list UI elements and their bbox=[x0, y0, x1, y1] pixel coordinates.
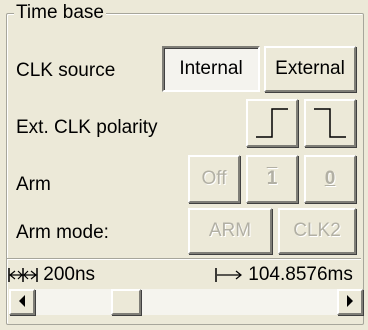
period-value: 200ns bbox=[43, 264, 96, 285]
polarity-falling-button[interactable] bbox=[304, 99, 356, 147]
arm-mode-arm-button[interactable]: ARM bbox=[188, 208, 272, 254]
right-arrow-icon bbox=[215, 264, 248, 285]
clk-internal-label: Internal bbox=[179, 58, 243, 79]
arm-zero-label: 0 bbox=[324, 168, 336, 189]
span-readout: 104.8576ms bbox=[215, 264, 353, 286]
span-value: 104.8576ms bbox=[248, 264, 353, 285]
arm-one-label: 1 bbox=[266, 168, 278, 189]
scroll-right-icon bbox=[346, 291, 354, 313]
arm-label: Arm bbox=[16, 174, 51, 195]
ext-clk-polarity-label: Ext. CLK polarity bbox=[16, 117, 158, 138]
arm-off-label: Off bbox=[201, 168, 227, 189]
polarity-rising-button[interactable] bbox=[246, 99, 298, 147]
arm-one-button[interactable]: 1 bbox=[246, 155, 298, 203]
arm-mode-arm-label: ARM bbox=[208, 220, 252, 241]
scroll-left-icon bbox=[18, 291, 26, 313]
clk-source-label: CLK source bbox=[16, 60, 116, 81]
time-scrollbar[interactable] bbox=[9, 289, 363, 315]
arm-off-button[interactable]: Off bbox=[188, 155, 240, 203]
period-readout: 200ns bbox=[8, 264, 95, 286]
arm-zero-button[interactable]: 0 bbox=[304, 155, 356, 203]
clk-external-label: External bbox=[275, 58, 345, 79]
group-title: Time base bbox=[14, 2, 106, 24]
rising-edge-icon bbox=[254, 106, 290, 140]
scroll-right-button[interactable] bbox=[337, 289, 363, 315]
separator bbox=[7, 258, 361, 260]
arm-mode-clk2-label: CLK2 bbox=[293, 220, 341, 241]
double-arrow-icon bbox=[8, 264, 43, 285]
arm-mode-label: Arm mode: bbox=[16, 222, 109, 243]
clk-external-button[interactable]: External bbox=[264, 46, 356, 92]
falling-edge-icon bbox=[312, 106, 348, 140]
arm-mode-clk2-button[interactable]: CLK2 bbox=[278, 208, 356, 254]
scroll-left-button[interactable] bbox=[9, 289, 35, 315]
scroll-thumb[interactable] bbox=[111, 289, 142, 315]
clk-internal-button[interactable]: Internal bbox=[162, 46, 260, 92]
